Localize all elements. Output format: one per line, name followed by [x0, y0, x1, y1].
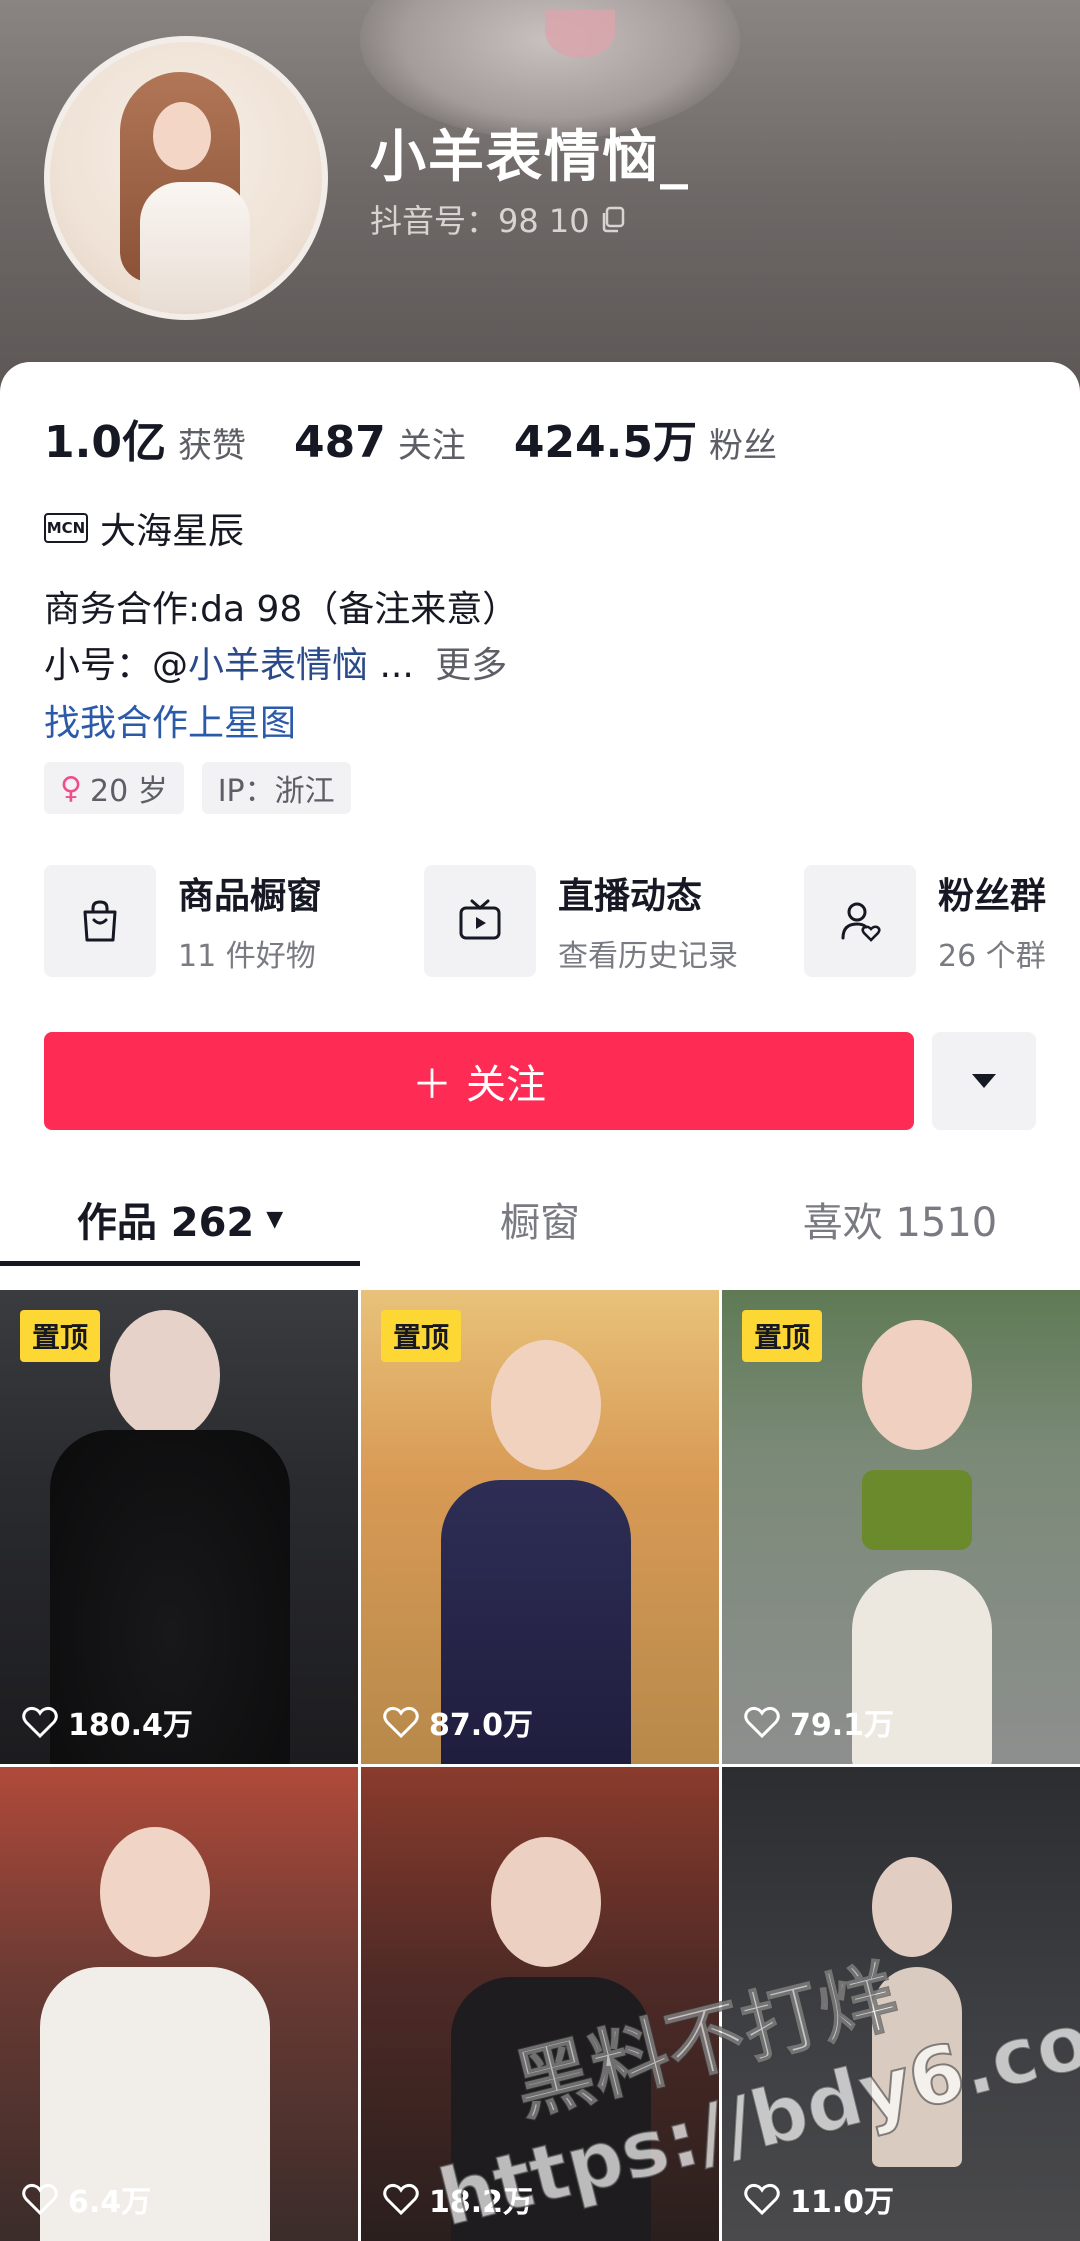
heart-icon	[744, 1706, 780, 1738]
likes-count: 1.0亿	[44, 417, 166, 468]
video-tile[interactable]: 置顶 79.1万	[722, 1290, 1080, 1764]
bio-alt-account: 小号：@小羊表情恼 ... 更多	[44, 645, 508, 686]
like-count: 6.4万	[22, 2177, 151, 2221]
age-tag: ♀ 20 岁	[44, 762, 184, 814]
feature-fan-group[interactable]: 粉丝群 26 个群	[804, 865, 1080, 977]
video-tile[interactable]: 置顶 180.4万	[0, 1290, 358, 1764]
like-count: 11.0万	[744, 2177, 894, 2221]
douyin-id[interactable]: 抖音号：98 10	[370, 196, 628, 242]
like-count: 79.1万	[744, 1700, 894, 1744]
pinned-badge: 置顶	[742, 1310, 823, 1362]
more-options-button[interactable]	[932, 1032, 1036, 1130]
alt-account-link[interactable]: 小羊表情恼	[188, 645, 368, 686]
content-tabs: 作品 262 ▼ 橱窗 喜欢 1510	[0, 1172, 1080, 1266]
tab-likes[interactable]: 喜欢 1510	[720, 1172, 1080, 1266]
video-tile[interactable]: 置顶 87.0万	[361, 1290, 719, 1764]
pinned-badge: 置顶	[20, 1310, 101, 1362]
like-count: 87.0万	[383, 1700, 533, 1744]
following-count[interactable]: 487	[294, 417, 386, 468]
caret-down-icon: ▼	[266, 1206, 284, 1232]
douyin-id-text: 抖音号：98 10	[370, 202, 590, 240]
follow-button[interactable]: ＋ 关注	[44, 1032, 914, 1130]
heart-icon	[22, 2183, 58, 2215]
fan-group-icon	[841, 902, 881, 942]
tab-showcase[interactable]: 橱窗	[360, 1172, 720, 1266]
heart-icon	[744, 2183, 780, 2215]
heart-icon	[22, 1706, 58, 1738]
mcn-name: 大海星辰	[100, 511, 245, 552]
ip-tag: IP：浙江	[201, 762, 351, 814]
star-map-link[interactable]: 找我合作上星图	[44, 694, 296, 746]
stats-row: 1.0亿 获赞 487 关注 424.5万 粉丝	[44, 406, 825, 470]
female-icon: ♀	[60, 770, 82, 806]
feature-row: 商品橱窗 11 件好物 直播动态 查看历史记录 粉丝群 26 个群	[44, 865, 1080, 977]
video-tile[interactable]: 6.4万	[0, 1767, 358, 2241]
pinned-badge: 置顶	[381, 1310, 462, 1362]
like-count: 180.4万	[22, 1700, 193, 1744]
bio-more-button[interactable]: 更多	[435, 645, 507, 686]
followers-count[interactable]: 424.5万	[514, 406, 697, 470]
plus-icon: ＋	[412, 1062, 452, 1108]
tab-works[interactable]: 作品 262 ▼	[0, 1172, 360, 1266]
likes-label: 获赞	[177, 426, 246, 466]
copy-icon[interactable]	[598, 204, 628, 234]
mcn-icon: MCN	[44, 513, 88, 543]
feature-live[interactable]: 直播动态 查看历史记录	[424, 865, 804, 977]
bio-business: 商务合作:da 98（备注来意）	[44, 589, 519, 630]
username: 小羊表情恼_	[370, 125, 690, 190]
heart-icon	[383, 2183, 419, 2215]
profile-header: 小羊表情恼_ 抖音号：98 10	[0, 0, 1080, 420]
followers-label[interactable]: 粉丝	[709, 418, 777, 467]
shopping-bag-icon	[83, 900, 117, 942]
feature-shop-window[interactable]: 商品橱窗 11 件好物	[44, 865, 424, 977]
follow-label: 关注	[466, 1062, 546, 1108]
tags-row: ♀ 20 岁 IP：浙江	[44, 762, 351, 814]
caret-down-icon	[972, 1074, 996, 1088]
mcn-row[interactable]: MCN 大海星辰	[44, 502, 244, 554]
avatar[interactable]	[44, 36, 328, 320]
following-label[interactable]: 关注	[398, 418, 466, 467]
heart-icon	[383, 1706, 419, 1738]
tv-icon	[459, 899, 501, 940]
